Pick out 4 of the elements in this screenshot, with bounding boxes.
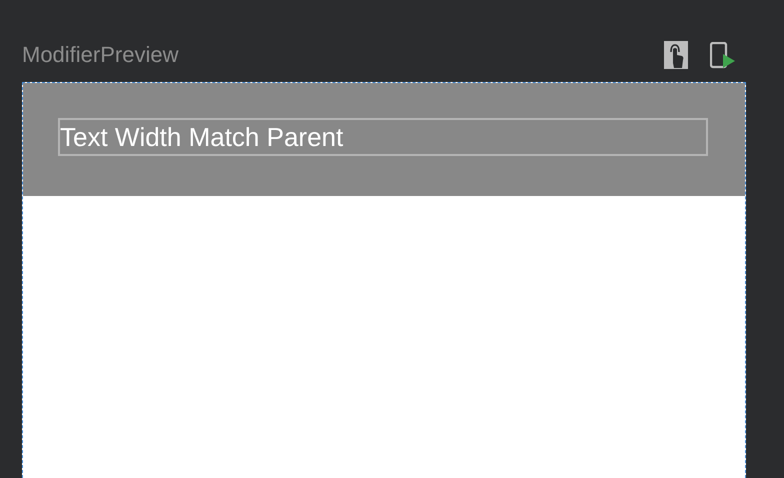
device-run-icon[interactable] bbox=[710, 42, 736, 68]
preview-title: ModifierPreview bbox=[22, 42, 178, 68]
pointer-hand-icon[interactable] bbox=[664, 41, 688, 69]
preview-text: Text Width Match Parent bbox=[58, 118, 708, 156]
